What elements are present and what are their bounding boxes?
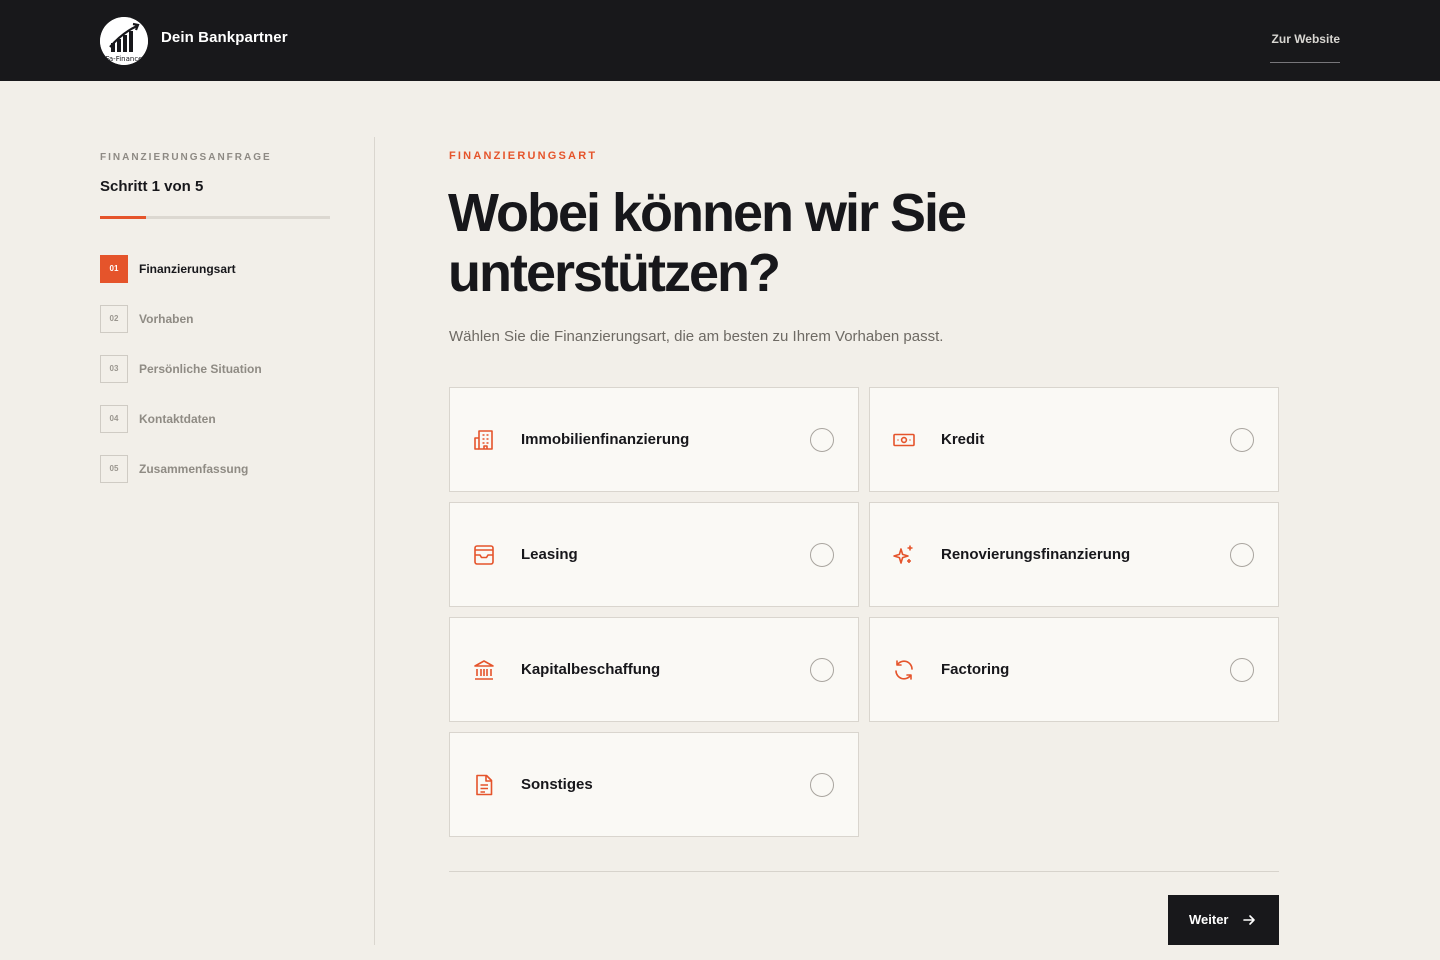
next-button[interactable]: Weiter	[1168, 895, 1279, 945]
horizontal-divider	[449, 871, 1279, 872]
banknote-icon	[892, 428, 916, 452]
option-sonstiges[interactable]: Sonstiges	[449, 732, 859, 837]
option-radio[interactable]	[1230, 428, 1254, 452]
next-button-label: Weiter	[1189, 912, 1229, 927]
option-label: Sonstiges	[521, 776, 593, 793]
step-counter: Schritt 1 von 5	[100, 178, 204, 195]
step-label: Kontaktdaten	[139, 412, 216, 426]
step-label: Finanzierungsart	[139, 262, 236, 276]
option-label: Kredit	[941, 431, 985, 448]
option-radio[interactable]	[810, 658, 834, 682]
option-renovierungsfinanzierung[interactable]: Renovierungsfinanzierung	[869, 502, 1279, 607]
option-radio[interactable]	[810, 428, 834, 452]
step-number: 02	[100, 305, 128, 333]
brand-name: Dein Bankpartner	[161, 29, 288, 46]
option-leasing[interactable]: Leasing	[449, 502, 859, 607]
building-icon	[472, 428, 496, 452]
progress-fill	[100, 216, 146, 219]
step-number: 04	[100, 405, 128, 433]
refresh-icon	[892, 658, 916, 682]
option-label: Leasing	[521, 546, 578, 563]
document-icon	[472, 773, 496, 797]
option-kapitalbeschaffung[interactable]: Kapitalbeschaffung	[449, 617, 859, 722]
progress-bar	[100, 216, 330, 219]
vertical-divider	[374, 137, 375, 945]
step-number: 05	[100, 455, 128, 483]
logo-text: Fa-Finance	[106, 55, 143, 63]
top-bar: Fa-Finance Dein Bankpartner Zur Website	[0, 0, 1440, 81]
option-radio[interactable]	[1230, 658, 1254, 682]
page-title: Wobei können wir Sie unterstützen?	[448, 183, 1148, 303]
title-line-2: unterstützen?	[448, 243, 781, 303]
option-label: Kapitalbeschaffung	[521, 661, 661, 678]
option-label: Immobilienfinanzierung	[521, 431, 690, 448]
step-label: Vorhaben	[139, 312, 194, 326]
option-radio[interactable]	[810, 773, 834, 797]
option-radio[interactable]	[1230, 543, 1254, 567]
option-kredit[interactable]: Kredit	[869, 387, 1279, 492]
website-link[interactable]: Zur Website	[1270, 32, 1340, 63]
option-factoring[interactable]: Factoring	[869, 617, 1279, 722]
option-label: Factoring	[941, 661, 1010, 678]
inbox-icon	[472, 543, 496, 567]
page-subtitle: Wählen Sie die Finanzierungsart, die am …	[449, 328, 944, 345]
option-radio[interactable]	[810, 543, 834, 567]
brand-logo[interactable]: Fa-Finance	[100, 17, 148, 65]
option-label: Renovierungsfinanzierung	[941, 546, 1131, 563]
sparkles-icon	[892, 543, 916, 567]
option-immobilienfinanzierung[interactable]: Immobilienfinanzierung	[449, 387, 859, 492]
section-eyebrow: FINANZIERUNGSART	[449, 150, 598, 162]
step-label: Zusammenfassung	[139, 462, 249, 476]
step-number: 01	[100, 255, 128, 283]
sidebar-caption: FINANZIERUNGSANFRAGE	[100, 152, 272, 163]
step-label: Persönliche Situation	[139, 362, 262, 376]
step-number: 03	[100, 355, 128, 383]
arrow-right-icon	[1242, 913, 1256, 927]
title-line-1: Wobei können wir Sie	[448, 183, 967, 243]
bank-icon	[472, 658, 496, 682]
